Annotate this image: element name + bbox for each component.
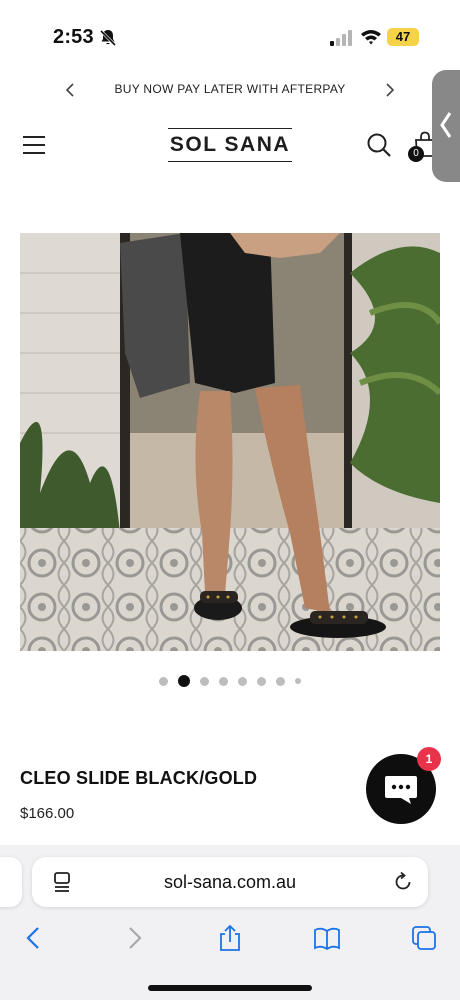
pagination-dot[interactable] [200, 676, 209, 686]
signal-icon [330, 30, 352, 46]
pagination-dot[interactable] [238, 676, 247, 686]
product-image[interactable] [20, 233, 440, 651]
home-indicator [148, 985, 312, 991]
product-price: $166.00 [20, 805, 75, 822]
share-icon[interactable] [216, 924, 244, 952]
search-icon[interactable] [366, 132, 392, 158]
chevron-left-icon [440, 112, 452, 138]
status-time: 2:53 [53, 26, 94, 48]
chat-notification-badge: 1 [417, 747, 441, 771]
pagination-dot[interactable] [257, 676, 266, 686]
bookmarks-icon[interactable] [313, 924, 341, 952]
pagination-dot[interactable] [159, 676, 168, 686]
browser-toolbar [0, 920, 460, 960]
previous-tab-preview[interactable] [0, 857, 22, 907]
battery-indicator: 47 [387, 28, 419, 46]
tabs-icon[interactable] [410, 924, 438, 952]
back-icon[interactable] [20, 924, 48, 952]
product-title: CLEO SLIDE BLACK/GOLD [20, 768, 258, 788]
pagination-dot-active[interactable] [178, 675, 190, 687]
site-header: SOL SANA 0 [0, 112, 460, 182]
product-photo [20, 233, 440, 651]
pagination-dot[interactable] [219, 676, 228, 686]
image-pagination [0, 675, 460, 687]
logo-text: SOL SANA [167, 128, 293, 162]
bell-slash-icon [99, 29, 117, 47]
pagination-dot[interactable] [276, 676, 285, 686]
side-drawer-tab[interactable] [432, 70, 460, 182]
cart-count-badge: 0 [408, 146, 424, 162]
pagination-dot[interactable] [295, 678, 301, 684]
status-bar: 2:53 47 [0, 0, 460, 70]
announcement-bar: BUY NOW PAY LATER WITH AFTERPAY [0, 70, 460, 110]
forward-icon[interactable] [120, 924, 148, 952]
browser-bottom-bar: sol-sana.com.au [0, 845, 460, 1000]
url-text: sol-sana.com.au [163, 872, 297, 892]
wifi-icon [361, 30, 381, 45]
address-bar[interactable]: sol-sana.com.au [32, 857, 428, 907]
chat-icon [385, 776, 417, 804]
chevron-right-icon[interactable] [382, 80, 398, 100]
reload-icon[interactable] [392, 871, 414, 893]
